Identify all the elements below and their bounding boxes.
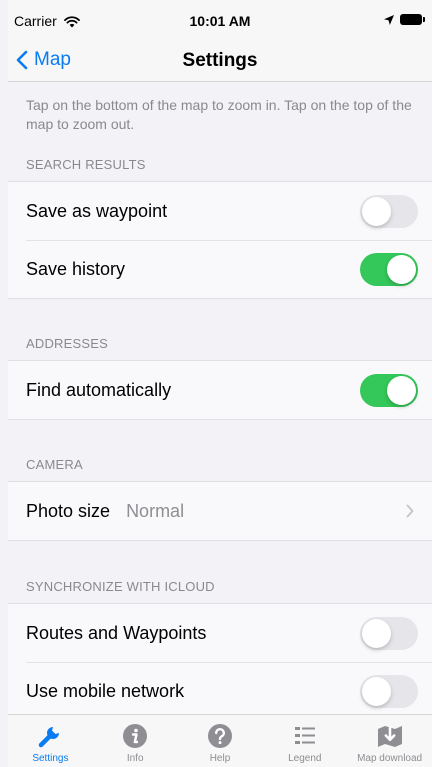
tab-settings[interactable]: Settings bbox=[8, 715, 93, 767]
find-automatically-label: Find automatically bbox=[26, 379, 172, 400]
toggle-knob bbox=[362, 197, 391, 226]
tab-help-label: Help bbox=[209, 753, 231, 764]
photo-size-label: Photo size bbox=[26, 500, 111, 521]
wrench-icon bbox=[39, 727, 60, 748]
chevron-left-icon bbox=[16, 50, 28, 70]
chevron-right-icon bbox=[406, 504, 414, 518]
location-arrow-icon bbox=[384, 14, 394, 25]
tab-info-label: Info bbox=[126, 753, 144, 764]
section-header-icloud: SYNCHRONIZE WITH ICLOUD bbox=[26, 579, 215, 594]
legend-list-icon bbox=[294, 727, 315, 744]
navigation-bar: Map Settings bbox=[8, 40, 432, 82]
back-button-label: Map bbox=[34, 49, 71, 70]
tab-map-download-label: Map download bbox=[357, 753, 423, 764]
zoom-hint-text: Tap on the bottom of the map to zoom in.… bbox=[26, 97, 412, 132]
map-download-icon bbox=[377, 726, 402, 747]
save-as-waypoint-row: Save as waypoint bbox=[8, 182, 432, 240]
section-header-addresses: ADDRESSES bbox=[26, 336, 108, 351]
tab-bar: Settings Info Help Legend Map download bbox=[8, 714, 432, 767]
find-automatically-toggle[interactable] bbox=[360, 374, 418, 407]
status-bar: Carrier 10:01 AM bbox=[8, 0, 432, 40]
use-mobile-network-label: Use mobile network bbox=[26, 680, 185, 701]
tab-legend-label: Legend bbox=[288, 753, 322, 764]
tab-help[interactable]: Help bbox=[178, 715, 263, 767]
tab-legend[interactable]: Legend bbox=[262, 715, 347, 767]
search-results-group: Save as waypoint Save history bbox=[8, 181, 432, 299]
battery-icon bbox=[400, 14, 425, 25]
routes-and-waypoints-toggle[interactable] bbox=[360, 617, 418, 650]
save-as-waypoint-label: Save as waypoint bbox=[26, 200, 168, 221]
routes-and-waypoints-row: Routes and Waypoints bbox=[8, 604, 432, 662]
section-header-search-results: SEARCH RESULTS bbox=[26, 157, 146, 172]
back-button[interactable]: Map bbox=[16, 49, 71, 71]
save-history-row: Save history bbox=[8, 240, 432, 298]
status-time: 10:01 AM bbox=[189, 13, 251, 29]
use-mobile-network-row: Use mobile network bbox=[8, 662, 432, 720]
toggle-knob bbox=[387, 376, 416, 405]
save-as-waypoint-toggle[interactable] bbox=[360, 195, 418, 228]
toggle-knob bbox=[362, 619, 391, 648]
tab-map-download[interactable]: Map download bbox=[347, 715, 432, 767]
use-mobile-network-toggle[interactable] bbox=[360, 675, 418, 708]
info-icon bbox=[123, 724, 148, 748]
addresses-group: Find automatically bbox=[8, 360, 432, 420]
save-history-toggle[interactable] bbox=[360, 253, 418, 286]
tab-info[interactable]: Info bbox=[93, 715, 178, 767]
toggle-knob bbox=[362, 677, 391, 706]
page-title: Settings bbox=[182, 50, 258, 71]
camera-group: Photo size Normal bbox=[8, 481, 432, 541]
tab-settings-label: Settings bbox=[32, 753, 69, 764]
toggle-knob bbox=[387, 255, 416, 284]
settings-screen: Carrier 10:01 AM Map Settings Tap on the… bbox=[8, 0, 432, 767]
section-header-camera: CAMERA bbox=[26, 457, 83, 472]
photo-size-value: Normal bbox=[126, 500, 185, 521]
help-icon bbox=[207, 724, 232, 748]
find-automatically-row: Find automatically bbox=[8, 361, 432, 419]
icloud-group: Routes and Waypoints Use mobile network bbox=[8, 603, 432, 721]
photo-size-row[interactable]: Photo size Normal bbox=[8, 482, 432, 540]
routes-and-waypoints-label: Routes and Waypoints bbox=[26, 622, 207, 643]
save-history-label: Save history bbox=[26, 258, 126, 279]
